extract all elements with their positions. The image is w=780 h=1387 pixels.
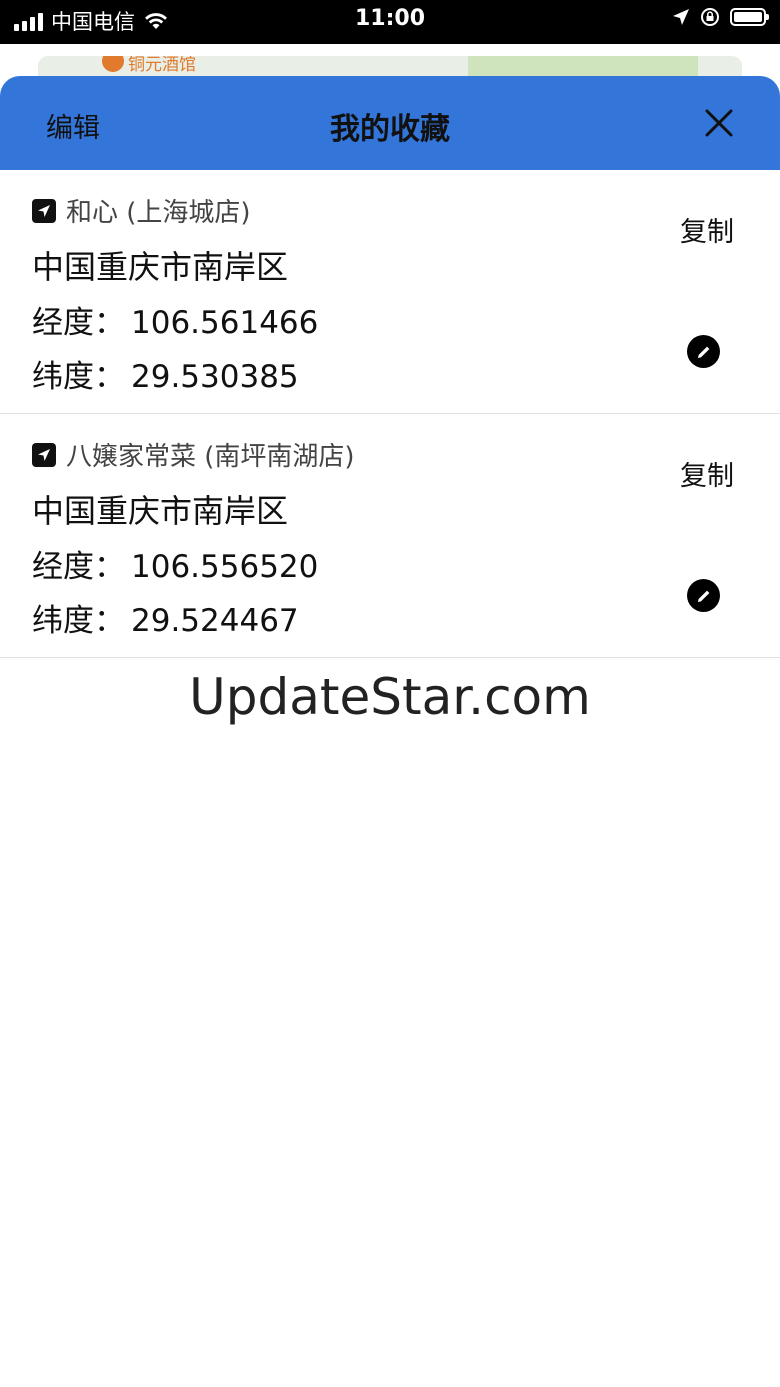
longitude-row: 经度： 106.561466 [32,297,318,342]
status-bar: 中国电信 11:00 [0,0,780,44]
latitude-label: 纬度： [32,603,125,639]
latitude-row: 纬度： 29.524467 [32,595,299,640]
favorite-title-row: 八嬢家常菜 (南坪南湖店) [32,436,355,473]
favorite-item[interactable]: 和心 (上海城店) 中国重庆市南岸区 经度： 106.561466 纬度： 29.5… [0,170,780,414]
favorites-sheet: 编辑 我的收藏 和心 (上海城店) 中国重庆市南岸区 经度： 106.561466… [0,76,780,1387]
favorite-item[interactable]: 八嬢家常菜 (南坪南湖店) 中国重庆市南岸区 经度： 106.556520 纬度：… [0,414,780,658]
watermark: UpdateStar.com [189,668,591,726]
rotation-lock-icon [701,8,719,26]
navigation-icon [32,198,56,223]
status-time: 11:00 [354,6,426,31]
close-icon[interactable] [704,108,734,138]
pencil-icon[interactable] [687,335,720,368]
favorite-address: 中国重庆市南岸区 [32,492,289,530]
location-arrow-icon [673,9,689,25]
longitude-label: 经度： [32,549,125,585]
longitude-value: 106.561466 [131,305,319,341]
sheet-header: 编辑 我的收藏 [0,76,780,170]
map-poi-label: 铜元酒馆 [128,56,196,75]
latitude-value: 29.524467 [131,603,299,639]
navigation-icon [32,442,56,467]
copy-button[interactable]: 复制 [680,454,734,493]
favorite-name: 和心 (上海城店) [66,198,251,228]
latitude-row: 纬度： 29.530385 [32,351,299,396]
favorite-name: 八嬢家常菜 (南坪南湖店) [66,442,355,472]
copy-button[interactable]: 复制 [680,210,734,249]
longitude-label: 经度： [32,305,125,341]
longitude-value: 106.556520 [131,549,319,585]
map-poi-icon [102,56,124,72]
status-right [672,7,769,27]
favorite-address: 中国重庆市南岸区 [32,248,289,286]
longitude-row: 经度： 106.556520 [32,541,318,586]
favorite-title-row: 和心 (上海城店) [32,192,251,229]
battery-icon [730,8,769,26]
latitude-value: 29.530385 [131,359,299,395]
pencil-icon[interactable] [687,579,720,612]
latitude-label: 纬度： [32,359,125,395]
page-title: 我的收藏 [330,112,450,147]
